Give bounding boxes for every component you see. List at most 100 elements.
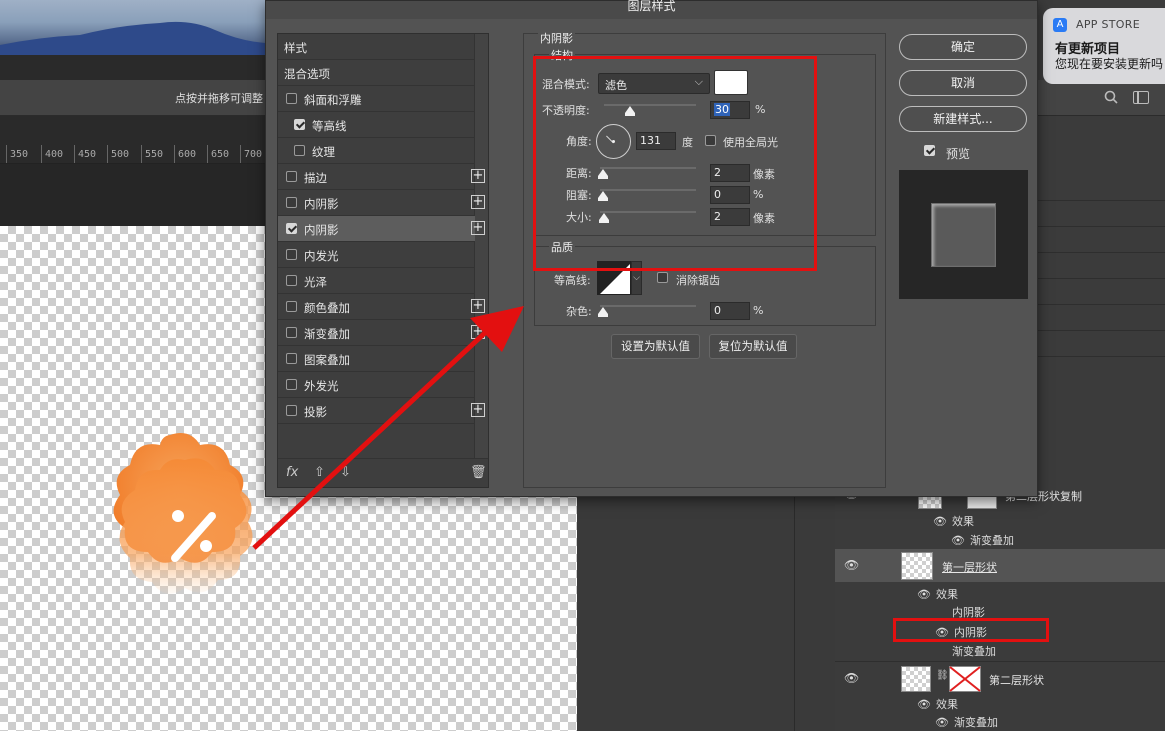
notification-app-name: APP STORE	[1076, 18, 1140, 31]
effects-label: 👁 效果	[933, 515, 974, 528]
new-style-button[interactable]: 新建样式...	[899, 106, 1027, 132]
style-item[interactable]: 渐变叠加 +	[278, 320, 485, 346]
section-title: 内阴影	[538, 30, 575, 46]
style-item-checkbox[interactable]	[286, 327, 297, 338]
style-item-checkbox[interactable]	[286, 275, 297, 286]
style-item-checkbox[interactable]	[286, 353, 297, 364]
effects-label: 👁 效果	[917, 588, 958, 601]
style-item[interactable]: 纹理	[278, 138, 475, 164]
right-toolbar	[1037, 116, 1165, 156]
style-item-checkbox[interactable]	[286, 249, 297, 260]
document-photo-thumbnail	[0, 0, 265, 55]
ruler-tick: 600	[173, 145, 197, 163]
horizontal-ruler: 350 400 450 500 550 600 650 700	[0, 116, 265, 164]
mountain-image	[0, 21, 265, 55]
style-item[interactable]: 颜色叠加 +	[278, 294, 485, 320]
fx-icon[interactable]: fx	[286, 465, 298, 480]
add-effect-plus-icon[interactable]: +	[471, 325, 485, 339]
trash-icon[interactable]: 🗑	[470, 465, 487, 480]
style-item[interactable]: 内阴影 +	[278, 190, 485, 216]
preview-label: 预览	[946, 147, 971, 161]
ruler-tick: 700	[239, 145, 263, 163]
search-icon[interactable]	[1104, 90, 1118, 104]
style-item-checkbox[interactable]	[286, 171, 297, 182]
style-item-label: 颜色叠加	[304, 301, 350, 315]
style-item-label: 内发光	[304, 249, 339, 263]
style-item[interactable]: 混合选项	[278, 60, 475, 86]
visibility-eye-icon[interactable]: 👁	[844, 671, 859, 685]
style-item[interactable]: 投影 +	[278, 398, 485, 424]
add-effect-plus-icon[interactable]: +	[471, 221, 485, 235]
visibility-eye-icon[interactable]: 👁	[844, 558, 859, 572]
style-item-label: 样式	[284, 41, 307, 55]
style-item-label: 图案叠加	[304, 353, 350, 367]
style-item-label: 混合选项	[284, 67, 330, 81]
noise-label: 杂色:	[566, 305, 592, 318]
style-list-scrollbar[interactable]	[474, 34, 488, 458]
app-store-icon: A	[1053, 18, 1067, 32]
layer-name[interactable]: 第二层形状	[989, 672, 1044, 688]
ruler-tick: 550	[140, 145, 164, 163]
app-store-notification[interactable]: A APP STORE 有更新项目 您现在要安装更新吗	[1043, 8, 1165, 84]
layer-thumbnail	[901, 666, 931, 692]
style-item-label: 渐变叠加	[304, 327, 350, 341]
contour-label: 等高线:	[554, 274, 591, 287]
style-item-label: 描边	[304, 171, 327, 185]
style-item[interactable]: 内阴影 +	[278, 216, 485, 242]
style-item-checkbox[interactable]	[286, 93, 297, 104]
style-item-label: 投影	[304, 405, 327, 419]
style-item-checkbox[interactable]	[286, 301, 297, 312]
noise-slider-knob[interactable]	[598, 307, 608, 317]
ruler-tick: 650	[206, 145, 230, 163]
anti-alias-checkbox[interactable]	[657, 272, 668, 283]
noise-slider[interactable]	[600, 305, 696, 307]
style-item-label: 纹理	[312, 145, 335, 159]
effect-gradient-overlay[interactable]: 👁 渐变叠加	[935, 714, 998, 730]
style-item-label: 外发光	[304, 379, 339, 393]
effect-gradient-overlay[interactable]: 👁 渐变叠加	[951, 532, 1014, 548]
style-item-checkbox[interactable]	[286, 405, 297, 416]
move-up-icon[interactable]: ⇧	[314, 465, 325, 480]
add-effect-plus-icon[interactable]: +	[471, 403, 485, 417]
style-item-checkbox[interactable]	[286, 379, 297, 390]
style-item[interactable]: 光泽	[278, 268, 475, 294]
set-default-button[interactable]: 设置为默认值	[611, 334, 700, 359]
noise-input[interactable]: 0	[710, 302, 750, 320]
layer-name[interactable]: 第一层形状	[942, 559, 997, 575]
style-item[interactable]: 斜面和浮雕	[278, 86, 475, 112]
ruler-tick: 450	[73, 145, 97, 163]
style-item[interactable]: 等高线	[278, 112, 475, 138]
style-item-checkbox[interactable]	[286, 223, 297, 234]
discount-badge-image	[113, 432, 253, 594]
layer-thumbnail	[901, 552, 933, 580]
preview-checkbox[interactable]	[924, 145, 935, 156]
style-item[interactable]: 内发光	[278, 242, 475, 268]
tab-strip	[0, 55, 265, 80]
cancel-button[interactable]: 取消	[899, 70, 1027, 96]
ruler-tick: 500	[106, 145, 130, 163]
layer-row-selected[interactable]: 👁 第一层形状	[835, 549, 1165, 582]
effect-gradient-overlay[interactable]: 渐变叠加	[952, 643, 996, 659]
add-effect-plus-icon[interactable]: +	[471, 195, 485, 209]
options-hint: 点按并拖移可调整	[175, 92, 263, 105]
move-down-icon[interactable]: ⇩	[340, 465, 351, 480]
anti-alias-label: 消除锯齿	[676, 274, 720, 287]
style-item-label: 内阴影	[304, 197, 339, 211]
style-item-checkbox[interactable]	[294, 145, 305, 156]
noise-unit: %	[753, 304, 764, 317]
add-effect-plus-icon[interactable]: +	[471, 299, 485, 313]
layer-row[interactable]: 👁 ⛓ 第二层形状	[835, 662, 1165, 702]
style-item[interactable]: 描边 +	[278, 164, 485, 190]
style-item-checkbox[interactable]	[294, 119, 305, 130]
add-effect-plus-icon[interactable]: +	[471, 169, 485, 183]
style-item[interactable]: 外发光	[278, 372, 475, 398]
style-item[interactable]: 图案叠加	[278, 346, 475, 372]
style-item-label: 内阴影	[304, 223, 339, 237]
reset-default-button[interactable]: 复位为默认值	[709, 334, 797, 359]
style-item-checkbox[interactable]	[286, 197, 297, 208]
panel-toggle-icon[interactable]	[1133, 91, 1149, 104]
ok-button[interactable]: 确定	[899, 34, 1027, 60]
style-item[interactable]: 样式	[278, 34, 475, 60]
vector-mask-thumbnail	[949, 666, 981, 692]
link-icon: ⛓	[936, 670, 949, 681]
